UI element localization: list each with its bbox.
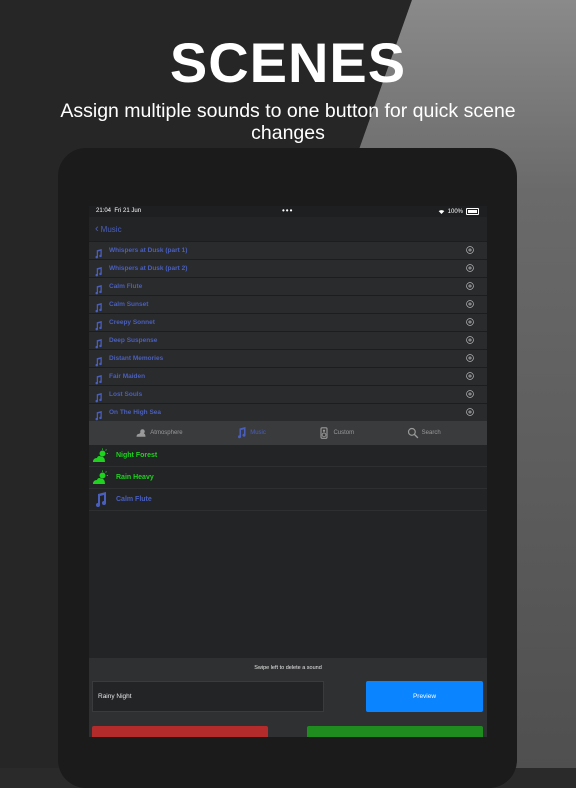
add-circle-icon[interactable] [466,264,474,272]
music-item-label: Fair Maiden [109,373,146,380]
tab-atmosphere[interactable]: Atmosphere [135,427,183,439]
tab-search[interactable]: Search [407,427,441,439]
promo-headline: SCENES [169,31,407,94]
add-circle-icon[interactable] [466,282,474,290]
add-circle-icon[interactable] [466,300,474,308]
save-button[interactable] [307,726,483,737]
music-note-icon [95,374,102,384]
speaker-icon [320,427,328,439]
music-note-icon [96,491,106,507]
music-item-label: Deep Suspense [109,337,158,344]
status-date: Fri 21 Jun [114,208,142,214]
scene-name-input[interactable]: Rainy Night [92,681,324,712]
tab-custom-label: Custom [333,430,355,436]
app-screen: 21:04 Fri 21 Jun ••• 100% ‹ Music Whispe… [89,206,487,737]
add-circle-icon[interactable] [466,390,474,398]
preview-button[interactable]: Preview [366,681,483,712]
add-circle-icon[interactable] [466,408,474,416]
music-list-item[interactable]: On The High Sea [89,403,487,421]
battery-icon [466,208,479,215]
add-circle-icon[interactable] [466,354,474,362]
music-item-label: Calm Sunset [109,301,149,308]
status-time: 21:04 [96,208,112,214]
weather-icon [93,448,108,462]
multitask-dots[interactable]: ••• [282,206,293,215]
music-list-item[interactable]: Creepy Sonnet [89,313,487,331]
scene-sound-label: Night Forest [116,452,158,459]
music-list-item[interactable]: Deep Suspense [89,331,487,349]
music-item-label: On The High Sea [109,409,162,416]
tab-search-label: Search [421,430,441,436]
search-icon [407,427,419,439]
music-note-icon [238,427,246,439]
music-note-icon [95,302,102,312]
status-bar: 21:04 Fri 21 Jun ••• 100% [89,206,487,217]
tab-custom[interactable]: Custom [318,427,354,439]
music-item-label: Distant Memories [109,355,164,362]
add-circle-icon[interactable] [466,336,474,344]
swipe-hint: Swipe left to delete a sound [254,665,322,671]
add-circle-icon[interactable] [466,318,474,326]
scene-sound-item[interactable]: Night Forest [89,445,487,467]
tab-bar: Atmosphere Music Custom Search [89,421,487,445]
scene-sound-label: Rain Heavy [116,474,154,481]
music-note-icon [95,410,102,420]
promo-subline: Assign multiple sounds to one button for… [60,100,516,144]
music-note-icon [95,248,102,258]
music-note-icon [95,266,102,276]
music-list-item[interactable]: Whispers at Dusk (part 2) [89,259,487,277]
wifi-icon [438,210,444,214]
music-list-item[interactable]: Calm Flute [89,277,487,295]
weather-icon [136,429,146,437]
music-item-label: Creepy Sonnet [109,319,155,326]
scene-sound-item[interactable]: Rain Heavy [89,467,487,489]
scene-footer: Swipe left to delete a sound Rainy Night… [89,658,487,737]
tab-atmosphere-label: Atmosphere [150,430,183,436]
music-note-icon [95,338,102,348]
music-list-item[interactable]: Calm Sunset [89,295,487,313]
add-circle-icon[interactable] [466,246,474,254]
battery-percent: 100% [447,208,463,215]
music-item-label: Whispers at Dusk (part 2) [109,265,188,272]
music-list-item[interactable]: Fair Maiden [89,367,487,385]
tab-music[interactable]: Music [235,427,266,439]
back-label: Music [100,224,122,234]
music-list-item[interactable]: Lost Souls [89,385,487,403]
music-item-label: Whispers at Dusk (part 1) [109,247,188,254]
music-list: Whispers at Dusk (part 1) Whispers at Du… [89,241,487,421]
music-item-label: Calm Flute [109,283,143,290]
tab-music-label: Music [250,430,266,436]
music-note-icon [95,392,102,402]
music-note-icon [95,284,102,294]
scene-sound-label: Calm Flute [116,496,152,503]
music-list-item[interactable]: Distant Memories [89,349,487,367]
scene-sound-list: Night Forest Rain Heavy Calm Flute [89,445,487,511]
music-note-icon [95,320,102,330]
scene-sound-item[interactable]: Calm Flute [89,489,487,511]
music-item-label: Lost Souls [109,391,143,398]
back-button[interactable]: ‹ Music [89,217,487,241]
add-circle-icon[interactable] [466,372,474,380]
music-list-item[interactable]: Whispers at Dusk (part 1) [89,241,487,259]
chevron-left-icon: ‹ [95,223,99,235]
music-note-icon [95,356,102,366]
delete-button[interactable] [92,726,268,737]
weather-icon [93,470,108,484]
